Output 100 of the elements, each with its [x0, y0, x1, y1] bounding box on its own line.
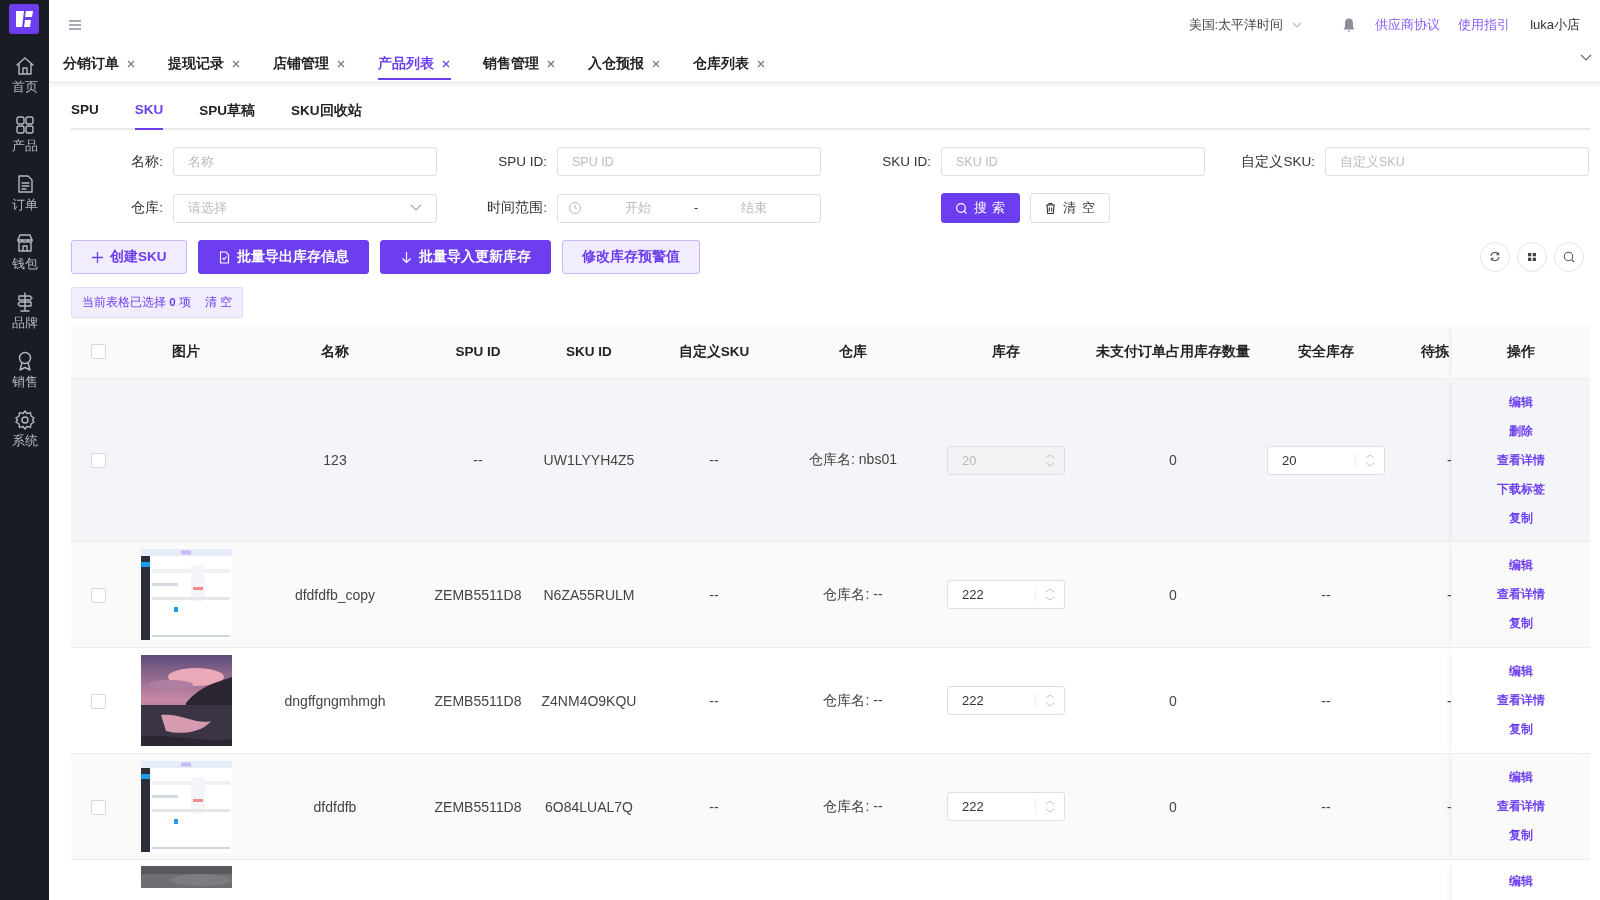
- action-link[interactable]: 删除: [1509, 423, 1533, 439]
- table-cell: 0: [1169, 586, 1177, 603]
- button[interactable]: 清 空: [1030, 193, 1110, 223]
- tab[interactable]: 店铺管理: [273, 50, 346, 80]
- user-name[interactable]: luka小店: [1530, 16, 1580, 34]
- input-field[interactable]: SKU ID: [941, 147, 1205, 176]
- tab[interactable]: SKU回收站: [291, 102, 362, 130]
- number-input[interactable]: 222: [947, 580, 1065, 609]
- tab[interactable]: SPU: [71, 102, 99, 130]
- column-header: 图片: [125, 325, 247, 379]
- stepper-icon[interactable]: [1035, 799, 1056, 814]
- action-link[interactable]: 复制: [1509, 510, 1533, 526]
- field-label: 自定义SKU:: [1240, 152, 1315, 171]
- checkbox[interactable]: [90, 344, 106, 360]
- number-input: 20: [947, 445, 1065, 475]
- tab[interactable]: SKU: [134, 102, 164, 130]
- stepper-icon[interactable]: [1355, 452, 1376, 468]
- close-icon[interactable]: [756, 59, 766, 69]
- number-input[interactable]: 222: [947, 792, 1065, 821]
- action-link[interactable]: 查看详情: [1497, 452, 1545, 468]
- button[interactable]: 修改库存预警值: [561, 240, 700, 274]
- table-row[interactable]: 编辑: [71, 859, 1590, 900]
- timezone-select[interactable]: 美国:太平洋时间: [1188, 16, 1304, 34]
- sidebar-item[interactable]: 系统: [11, 400, 38, 459]
- stepper-icon[interactable]: [1035, 693, 1056, 708]
- table-cell: --: [709, 798, 719, 815]
- clear-link[interactable]: 清 空: [204, 295, 232, 310]
- number-input[interactable]: 222: [947, 686, 1065, 715]
- sidebar-item[interactable]: 品牌: [11, 282, 38, 341]
- column-header: 未支付订单占用库存数量: [1089, 325, 1257, 379]
- action-link[interactable]: 查看详情: [1497, 799, 1545, 814]
- checkbox[interactable]: [90, 587, 106, 603]
- action-link[interactable]: 编辑: [1509, 558, 1533, 573]
- tab[interactable]: 分销订单: [63, 50, 136, 80]
- table-cell: -: [1447, 452, 1452, 468]
- action-link[interactable]: 编辑: [1509, 394, 1533, 410]
- action-link[interactable]: 编辑: [1509, 664, 1533, 679]
- table-cell: -: [1447, 692, 1452, 709]
- field-label: SKU ID:: [881, 154, 931, 169]
- close-icon[interactable]: [126, 59, 136, 69]
- sidebar-item[interactable]: 首页: [11, 46, 38, 105]
- input-field[interactable]: SPU ID: [557, 147, 821, 176]
- table-row[interactable]: dfdfdfb_copy ZEMB5511D8 N6ZA55RULM -- 仓库名: -- 222 0 -- - 编辑 查看详情 复制: [71, 541, 1590, 648]
- table-cell: UW1LYYH4Z5: [543, 452, 635, 468]
- file-icon: [217, 250, 231, 264]
- refresh-button[interactable]: [1480, 242, 1510, 272]
- button[interactable]: 搜 索: [941, 193, 1021, 223]
- action-link[interactable]: 复制: [1509, 616, 1533, 631]
- table-cell: ZEMB5511D8: [434, 586, 522, 603]
- tab[interactable]: 销售管理: [483, 50, 556, 80]
- close-icon[interactable]: [336, 59, 346, 69]
- close-icon[interactable]: [231, 59, 241, 69]
- table-row[interactable]: dfdfdfb ZEMB5511D8 6O84LUAL7Q -- 仓库名: -- 222 0 -- - 编辑 查看详情 复制: [71, 753, 1590, 860]
- tab[interactable]: 入仓预报: [588, 50, 661, 80]
- sidebar-item[interactable]: 钱包: [11, 223, 38, 282]
- sidebar-item[interactable]: 销售: [11, 341, 38, 400]
- tab[interactable]: 提现记录: [168, 50, 241, 80]
- table-cell: 123: [323, 452, 347, 468]
- grid-button[interactable]: [1517, 242, 1547, 272]
- action-link[interactable]: 复制: [1509, 828, 1533, 843]
- action-link[interactable]: 复制: [1509, 722, 1533, 737]
- tab[interactable]: 产品列表: [378, 50, 451, 80]
- action-link[interactable]: 查看详情: [1497, 587, 1545, 602]
- close-icon[interactable]: [441, 59, 451, 69]
- logo: [8, 4, 41, 36]
- sidebar-item[interactable]: 产品: [11, 105, 38, 164]
- action-link[interactable]: 编辑: [1509, 874, 1533, 889]
- table-cell: --: [709, 586, 719, 603]
- checkbox[interactable]: [90, 453, 106, 469]
- action-link[interactable]: 查看详情: [1497, 693, 1545, 708]
- field-label: 时间范围:: [486, 199, 547, 217]
- button[interactable]: 批量导出库存信息: [197, 240, 369, 274]
- field-label: SPU ID:: [497, 154, 547, 169]
- checkbox[interactable]: [90, 799, 106, 815]
- search-icon: [955, 201, 968, 215]
- tab[interactable]: 仓库列表: [693, 50, 766, 80]
- close-icon[interactable]: [651, 59, 661, 69]
- table-row[interactable]: dngffgngmhmgh ZEMB5511D8 Z4NM4O9KQU -- 仓库名: -- 222 0 -- - 编辑 查看详情 复制: [71, 647, 1590, 754]
- input-field[interactable]: 名称: [173, 147, 437, 176]
- sidebar-item[interactable]: 订单: [11, 164, 38, 223]
- header-link[interactable]: 使用指引: [1458, 16, 1511, 34]
- tab[interactable]: SPU草稿: [199, 102, 256, 130]
- menu-icon[interactable]: [67, 17, 83, 33]
- checkbox[interactable]: [90, 693, 106, 709]
- button[interactable]: 创建SKU: [71, 240, 187, 274]
- date-range-field[interactable]: 开始 - 结束: [557, 193, 821, 223]
- close-icon[interactable]: [546, 59, 556, 69]
- action-link[interactable]: 下载标签: [1497, 481, 1545, 497]
- action-link[interactable]: 编辑: [1509, 770, 1533, 785]
- table-cell: --: [709, 692, 719, 709]
- button[interactable]: 批量导入更新库存: [379, 240, 551, 274]
- input-field[interactable]: 自定义SKU: [1325, 147, 1589, 176]
- header-link[interactable]: 供应商协议: [1375, 16, 1441, 34]
- table-cell: 仓库名: nbs01: [809, 451, 897, 467]
- number-input[interactable]: 20: [1267, 445, 1385, 475]
- clock-icon: [568, 201, 582, 215]
- stepper-icon[interactable]: [1035, 587, 1056, 602]
- search-button[interactable]: [1554, 242, 1584, 272]
- table-cell: 6O84LUAL7Q: [545, 798, 633, 815]
- field-label: 名称:: [130, 152, 163, 171]
